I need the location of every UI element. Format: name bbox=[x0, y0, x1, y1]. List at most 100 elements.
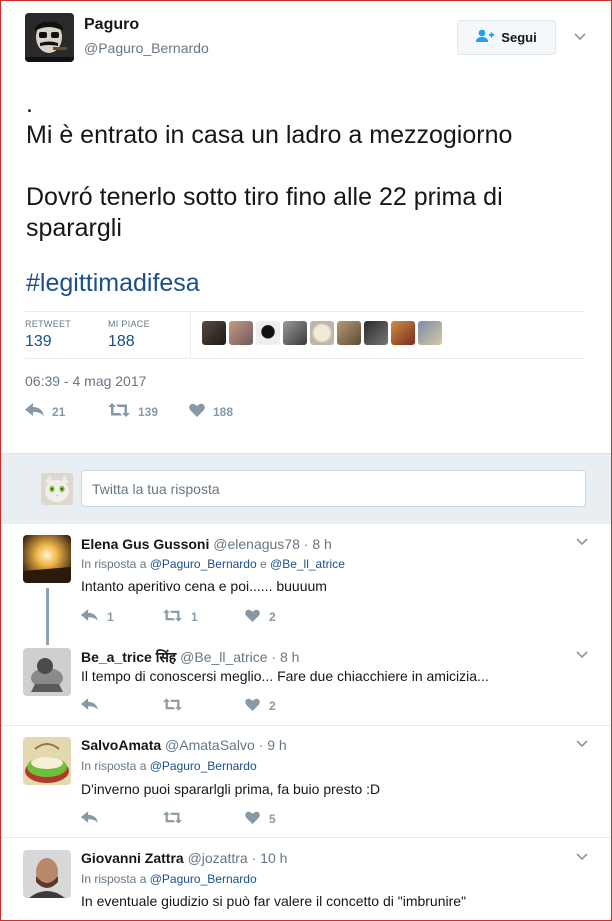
stats-divider-top bbox=[25, 311, 585, 312]
heart-icon bbox=[245, 698, 260, 714]
liker-avatar[interactable] bbox=[283, 321, 307, 345]
retweet-icon bbox=[163, 698, 182, 714]
retweet-stat-label: RETWEET bbox=[25, 319, 72, 329]
author-handle[interactable]: @Paguro_Bernardo bbox=[84, 40, 209, 56]
in-reply-prefix: In risposta a bbox=[81, 872, 147, 886]
follow-label: Segui bbox=[501, 30, 537, 45]
thread-connector bbox=[46, 588, 49, 645]
reply-composer: Twitta la tua risposta bbox=[1, 453, 611, 524]
reply-text: D'inverno puoi spararlgli prima, fa buio… bbox=[81, 781, 381, 797]
retweet-icon bbox=[163, 811, 182, 827]
reply-icon bbox=[81, 811, 98, 827]
reply-icon bbox=[81, 609, 98, 625]
hashtag-link[interactable]: #legittimadifesa bbox=[26, 269, 200, 298]
separator-dot: · bbox=[303, 536, 309, 552]
retweet-icon bbox=[108, 403, 130, 420]
reply-header: SalvoAmata @AmataSalvo · 9 h bbox=[81, 737, 287, 753]
reply-header: Be_a_trice सिंह @Be_ll_atrice · 8 h bbox=[81, 648, 299, 667]
reply-input[interactable]: Twitta la tua risposta bbox=[81, 470, 586, 507]
reply-time[interactable]: 9 h bbox=[267, 737, 286, 753]
liker-avatar[interactable] bbox=[229, 321, 253, 345]
author-avatar[interactable] bbox=[25, 13, 74, 62]
retweet-icon bbox=[163, 609, 182, 625]
mention-link[interactable]: @Paguro_Bernardo bbox=[150, 872, 257, 886]
like-count: 2 bbox=[269, 610, 276, 624]
like-button[interactable]: 2 bbox=[245, 609, 276, 625]
retweet-count: 1 bbox=[191, 610, 198, 624]
reply-author-handle[interactable]: @jozattra bbox=[188, 850, 248, 866]
like-button[interactable]: 5 bbox=[245, 811, 276, 827]
chevron-down-icon[interactable] bbox=[574, 33, 586, 41]
reply-count: 1 bbox=[107, 610, 114, 624]
in-reply-prefix: In risposta a bbox=[81, 759, 147, 773]
reply-text: In eventuale giudizio si può far valere … bbox=[81, 893, 467, 909]
reply-text: Intanto aperitivo cena e poi...... buuuu… bbox=[81, 578, 327, 594]
reply-button[interactable] bbox=[81, 698, 107, 714]
liker-avatar[interactable] bbox=[364, 321, 388, 345]
reply-time[interactable]: 10 h bbox=[260, 850, 287, 866]
reply-author-name[interactable]: SalvoAmata bbox=[81, 737, 161, 753]
reply-time[interactable]: 8 h bbox=[280, 649, 299, 665]
likes-stat-label: MI PIACE bbox=[108, 319, 150, 329]
reply-author-handle[interactable]: @AmataSalvo bbox=[165, 737, 255, 753]
tweet-timestamp[interactable]: 06:39 - 4 mag 2017 bbox=[25, 373, 146, 389]
heart-icon bbox=[245, 609, 260, 625]
follow-button[interactable]: Segui bbox=[457, 20, 556, 55]
like-count: 2 bbox=[269, 699, 276, 713]
liker-avatar[interactable] bbox=[337, 321, 361, 345]
chevron-down-icon[interactable] bbox=[576, 740, 588, 748]
reply-avatar[interactable] bbox=[23, 737, 71, 785]
liker-avatar[interactable] bbox=[256, 321, 280, 345]
reply-author-name[interactable]: Giovanni Zattra bbox=[81, 850, 184, 866]
mention-link[interactable]: @Paguro_Bernardo bbox=[150, 759, 257, 773]
retweet-button[interactable]: 1 bbox=[163, 609, 198, 625]
add-user-icon bbox=[476, 29, 495, 46]
reply-count: 21 bbox=[52, 404, 66, 419]
in-reply-to: In risposta a @Paguro_Bernardo bbox=[81, 759, 257, 773]
like-button[interactable]: 2 bbox=[245, 698, 276, 714]
reply-author-handle[interactable]: @Be_ll_atrice bbox=[180, 649, 267, 665]
separator-dot: · bbox=[258, 737, 264, 753]
in-reply-joiner: e bbox=[259, 557, 267, 571]
reply-avatar[interactable] bbox=[23, 850, 71, 898]
reply-divider bbox=[1, 725, 611, 726]
retweet-stat-count[interactable]: 139 bbox=[25, 333, 52, 351]
reply-text: Il tempo di conoscersi meglio... Fare du… bbox=[81, 668, 489, 684]
separator-dot: · bbox=[271, 649, 277, 665]
reply-divider bbox=[1, 837, 611, 838]
likes-stat-count[interactable]: 188 bbox=[108, 333, 135, 351]
liker-avatar[interactable] bbox=[202, 321, 226, 345]
reply-button[interactable]: 1 bbox=[81, 609, 114, 625]
reply-time[interactable]: 8 h bbox=[312, 536, 331, 552]
retweet-count: 139 bbox=[138, 404, 159, 419]
retweet-button[interactable]: 139 bbox=[108, 403, 158, 420]
heart-icon bbox=[245, 811, 260, 827]
tweet-text: . Mi è entrato in casa un ladro a mezzog… bbox=[26, 90, 513, 242]
in-reply-to: In risposta a @Paguro_Bernardo e @Be_ll_… bbox=[81, 557, 345, 571]
mention-link[interactable]: @Be_ll_atrice bbox=[270, 557, 345, 571]
current-user-avatar bbox=[41, 473, 73, 505]
reply-author-name[interactable]: Be_a_trice सिंह bbox=[81, 649, 176, 665]
author-name[interactable]: Paguro bbox=[84, 16, 139, 34]
liker-avatar[interactable] bbox=[391, 321, 415, 345]
mention-link[interactable]: @Paguro_Bernardo bbox=[150, 557, 257, 571]
chevron-down-icon[interactable] bbox=[576, 651, 588, 659]
reply-author-handle[interactable]: @elenagus78 bbox=[213, 536, 300, 552]
like-count: 188 bbox=[213, 404, 234, 419]
heart-icon bbox=[189, 403, 205, 420]
tweet-page: Paguro @Paguro_Bernardo Segui . Mi è ent… bbox=[0, 0, 612, 921]
stats-divider-bottom bbox=[25, 358, 585, 359]
retweet-button[interactable] bbox=[163, 698, 191, 714]
like-button[interactable]: 188 bbox=[189, 403, 233, 420]
chevron-down-icon[interactable] bbox=[576, 853, 588, 861]
chevron-down-icon[interactable] bbox=[576, 538, 588, 546]
retweet-button[interactable] bbox=[163, 811, 191, 827]
reply-button[interactable] bbox=[81, 811, 107, 827]
reply-author-name[interactable]: Elena Gus Gussoni bbox=[81, 536, 209, 552]
reply-avatar[interactable] bbox=[23, 535, 71, 583]
liker-avatar[interactable] bbox=[310, 321, 334, 345]
stats-separator bbox=[190, 312, 191, 358]
reply-button[interactable]: 21 bbox=[25, 403, 65, 420]
reply-avatar[interactable] bbox=[23, 648, 71, 696]
liker-avatar[interactable] bbox=[418, 321, 442, 345]
